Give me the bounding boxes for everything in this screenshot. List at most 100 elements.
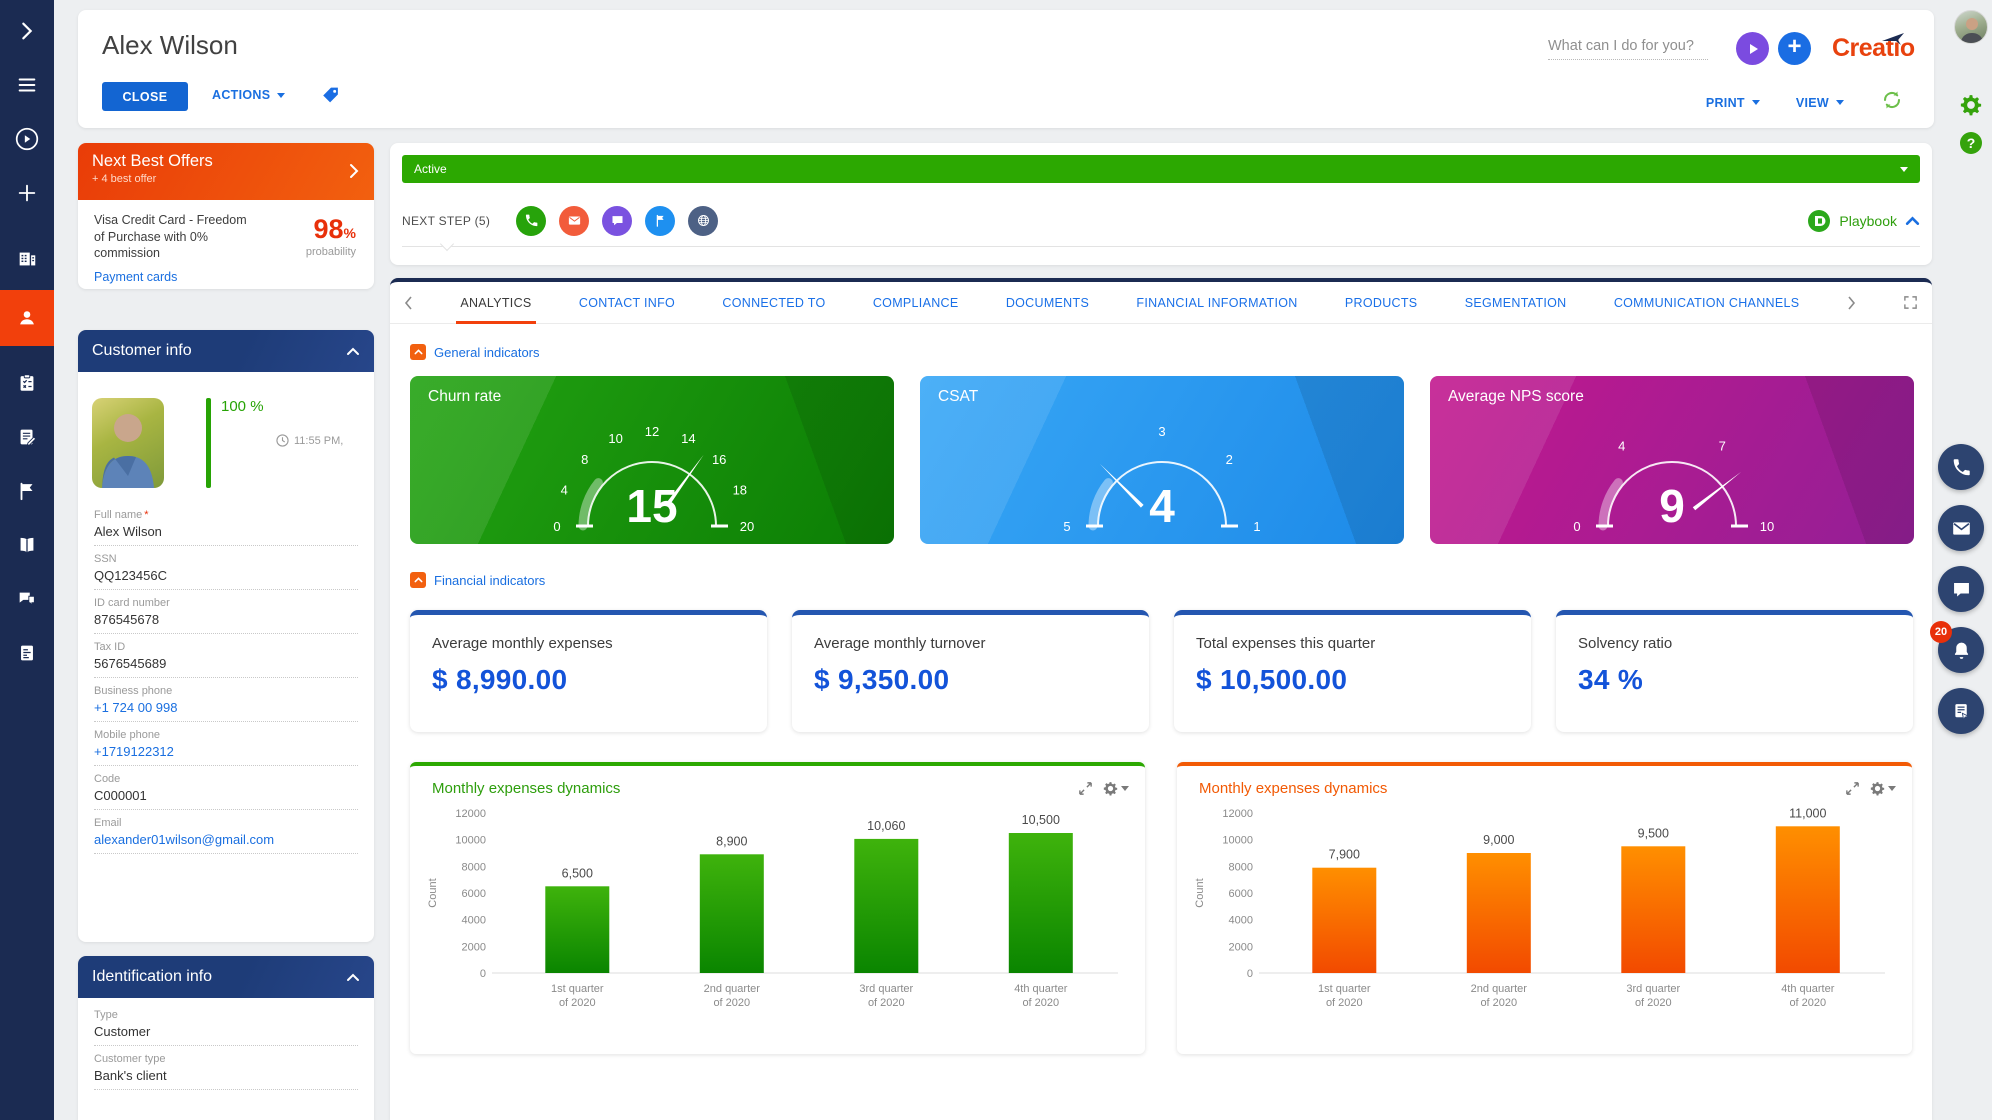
contact-photo[interactable] xyxy=(92,398,164,488)
field-row[interactable]: Full name * Alex Wilson xyxy=(94,502,358,546)
call-icon[interactable] xyxy=(516,205,547,236)
monthly-expenses-chart-orange: Monthly expenses dynamics 0 2000 4000 6000 8… xyxy=(1177,762,1912,1054)
svg-text:1: 1 xyxy=(1253,519,1260,534)
help-icon[interactable]: ? xyxy=(1958,130,1984,156)
flag-icon[interactable] xyxy=(645,205,676,236)
svg-text:of 2020: of 2020 xyxy=(1635,997,1672,1009)
field-value[interactable]: +1 724 00 998 xyxy=(94,700,358,715)
email-panel-button[interactable] xyxy=(1938,505,1984,551)
svg-text:2nd quarter: 2nd quarter xyxy=(704,983,761,995)
field-row[interactable]: Email alexander01wilson@gmail.com xyxy=(94,810,358,854)
field-row[interactable]: Customer type Bank's client xyxy=(94,1046,358,1090)
user-avatar[interactable] xyxy=(1954,10,1988,44)
svg-text:10,060: 10,060 xyxy=(867,819,905,833)
field-label: Business phone xyxy=(94,685,173,697)
chevron-up-icon xyxy=(1905,216,1920,225)
quick-add-button[interactable]: + xyxy=(1778,32,1811,65)
chart-settings-gear-icon[interactable] xyxy=(1103,781,1129,796)
field-label: Customer type xyxy=(94,1053,166,1065)
email-icon[interactable] xyxy=(559,205,590,236)
monthly-expenses-chart-green: Monthly expenses dynamics 0 2000 4000 6000 8… xyxy=(410,762,1145,1054)
tab-communication-channels[interactable]: COMMUNICATION CHANNELS xyxy=(1614,282,1800,324)
field-row[interactable]: Code C000001 xyxy=(94,766,358,810)
tab-documents[interactable]: DOCUMENTS xyxy=(1006,282,1089,324)
customer-info-header[interactable]: Customer info xyxy=(78,330,374,372)
chat-panel-button[interactable] xyxy=(1938,566,1984,612)
feed-icon[interactable] xyxy=(0,630,54,676)
process-log-button[interactable] xyxy=(1938,688,1984,734)
identification-info-header[interactable]: Identification info xyxy=(78,956,374,998)
notifications-bell-button[interactable]: 20 xyxy=(1930,621,1984,673)
svg-text:of 2020: of 2020 xyxy=(1022,997,1059,1009)
field-row[interactable]: Mobile phone +1719122312 xyxy=(94,722,358,766)
field-value[interactable]: +1719122312 xyxy=(94,744,358,759)
chats-icon[interactable] xyxy=(0,576,54,622)
playbook-button[interactable]: Playbook xyxy=(1807,209,1920,233)
collapse-section-icon[interactable] xyxy=(410,344,426,360)
contacts-icon-active[interactable] xyxy=(0,290,54,346)
tab-financial-information[interactable]: FINANCIAL INFORMATION xyxy=(1136,282,1297,324)
expand-chart-icon[interactable] xyxy=(1078,781,1093,796)
expand-chart-icon[interactable] xyxy=(1845,781,1860,796)
settings-gear-icon[interactable] xyxy=(1958,92,1984,118)
field-value: Customer xyxy=(94,1024,151,1039)
activities-icon[interactable] xyxy=(0,414,54,460)
svg-text:of 2020: of 2020 xyxy=(868,997,905,1009)
field-row[interactable]: ID card number 876545678 xyxy=(94,590,358,634)
expand-view-icon[interactable] xyxy=(1903,295,1918,310)
field-label: Tax ID xyxy=(94,641,126,653)
svg-text:15: 15 xyxy=(626,480,677,532)
process-play-icon[interactable] xyxy=(0,116,54,162)
field-row[interactable]: Type Customer xyxy=(94,1002,358,1046)
payment-cards-link[interactable]: Payment cards xyxy=(94,270,177,284)
tab-connected-to[interactable]: CONNECTED TO xyxy=(722,282,825,324)
tag-icon[interactable] xyxy=(320,84,342,111)
field-value[interactable]: alexander01wilson@gmail.com xyxy=(94,832,358,847)
svg-text:of 2020: of 2020 xyxy=(713,997,750,1009)
svg-text:12000: 12000 xyxy=(1222,808,1253,820)
stage-active-bar[interactable]: Active xyxy=(402,155,1920,183)
field-row[interactable]: Tax ID 5676545689 xyxy=(94,634,358,678)
tabs-scroll-right-icon[interactable] xyxy=(1847,295,1856,310)
assistant-input[interactable] xyxy=(1548,38,1708,60)
tab-contact-info[interactable]: CONTACT INFO xyxy=(579,282,675,324)
svg-text:0: 0 xyxy=(480,968,486,980)
refresh-icon[interactable] xyxy=(1880,88,1904,117)
view-button[interactable]: VIEW xyxy=(1796,96,1844,110)
collapse-section-icon[interactable] xyxy=(410,572,426,588)
chart-header: Monthly expenses dynamics xyxy=(1177,766,1912,797)
field-value: Bank's client xyxy=(94,1068,167,1083)
svg-text:6,500: 6,500 xyxy=(562,866,593,880)
expand-sidebar-icon[interactable] xyxy=(0,8,54,54)
nps-gauge: Average NPS score 0 4 7 10 9 xyxy=(1430,376,1914,544)
field-row[interactable]: SSN QQ123456C xyxy=(94,546,358,590)
customer-info-card: Customer info 100 % 11:55 PM, Full name *… xyxy=(78,330,374,942)
menu-icon[interactable] xyxy=(0,62,54,108)
print-button[interactable]: PRINT xyxy=(1706,96,1760,110)
leads-flag-icon[interactable] xyxy=(0,468,54,514)
tab-products[interactable]: PRODUCTS xyxy=(1345,282,1418,324)
chat-icon[interactable] xyxy=(602,205,633,236)
accounts-icon[interactable] xyxy=(0,236,54,282)
next-best-offers-header[interactable]: Next Best Offers + 4 best offer xyxy=(78,143,374,200)
cti-call-button[interactable] xyxy=(1938,444,1984,490)
tabs-scroll-left-icon[interactable] xyxy=(404,295,413,310)
tasks-icon[interactable] xyxy=(0,360,54,406)
add-icon[interactable] xyxy=(0,170,54,216)
web-icon[interactable] xyxy=(688,205,719,236)
tab-analytics[interactable]: ANALYTICS xyxy=(456,282,536,324)
gauges-row: Churn rate 0 4 8 10 12 14 16 18 20 15 CSAT 53214 … xyxy=(410,376,1914,544)
record-tabs-card: ANALYTICS CONTACT INFO CONNECTED TO COMPLIA… xyxy=(390,278,1932,1120)
field-row[interactable]: Business phone +1 724 00 998 xyxy=(94,678,358,722)
actions-button[interactable]: ACTIONS xyxy=(212,88,286,102)
chevron-down-icon xyxy=(1900,166,1908,172)
close-button[interactable]: CLOSE xyxy=(102,82,188,111)
customer-fields: Full name * Alex Wilson SSN QQ123456C ID card… xyxy=(78,498,374,854)
chart-settings-gear-icon[interactable] xyxy=(1870,781,1896,796)
left-sidebar xyxy=(0,0,54,1120)
tab-segmentation[interactable]: SEGMENTATION xyxy=(1465,282,1567,324)
assistant-play-button[interactable] xyxy=(1736,32,1769,65)
tab-compliance[interactable]: COMPLIANCE xyxy=(873,282,959,324)
knowledge-book-icon[interactable] xyxy=(0,522,54,568)
chevron-up-icon xyxy=(347,973,359,981)
